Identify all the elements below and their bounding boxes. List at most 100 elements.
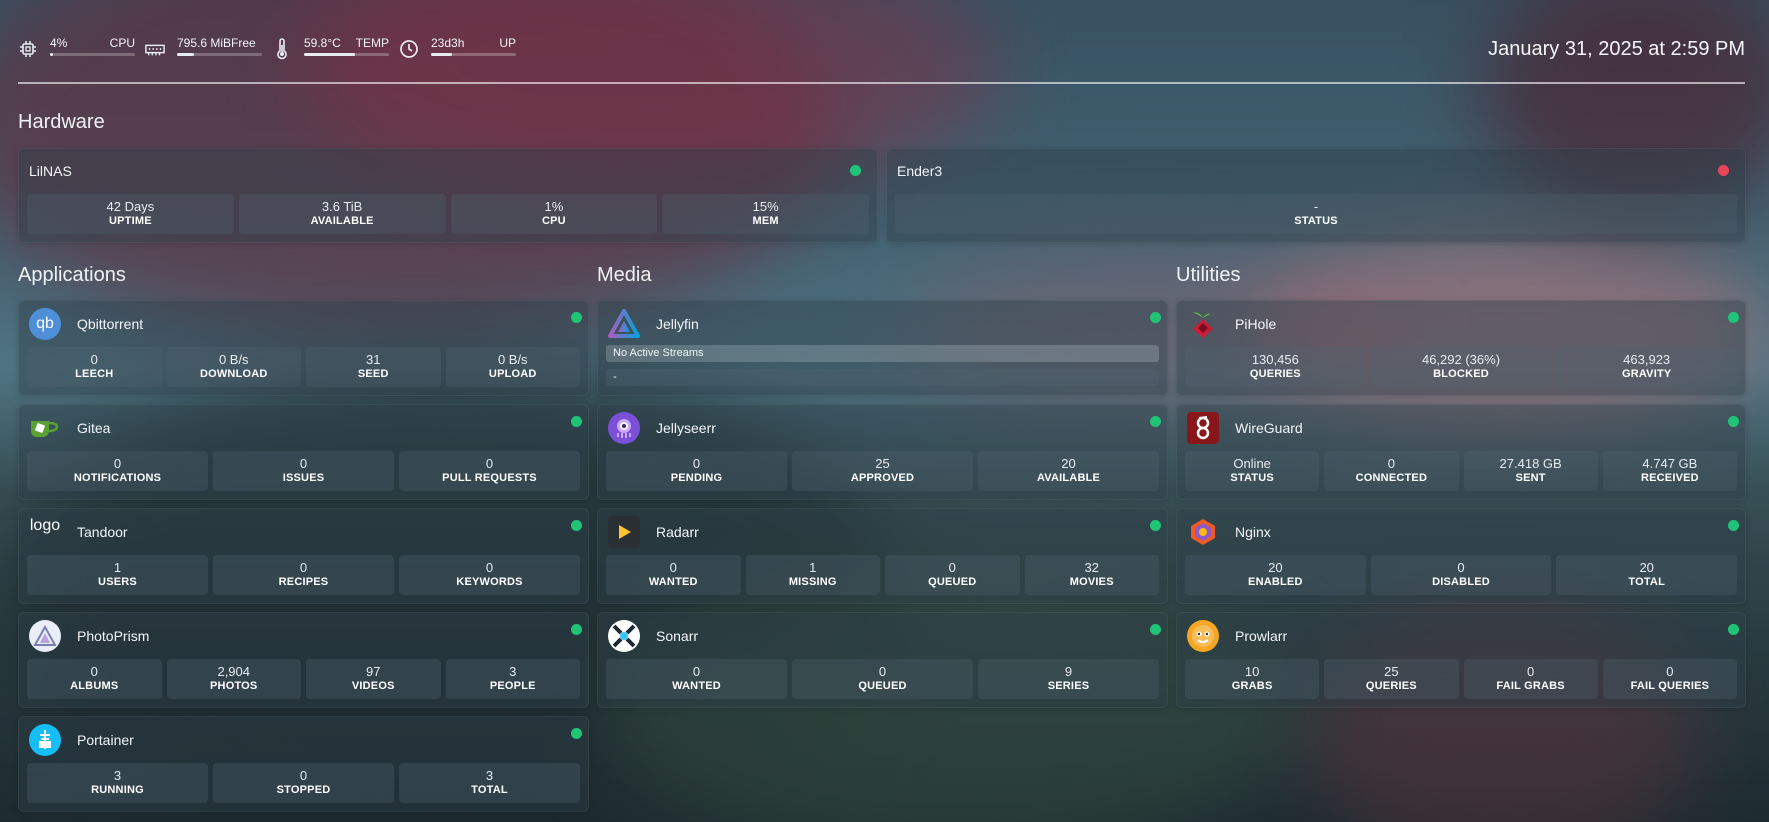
stat-users: 1 USERS [27,555,208,595]
service-name: Sonarr [656,628,699,644]
temperature-label: TEMP [355,36,389,50]
service-card-radarr[interactable]: Radarr 0 WANTED 1 MISSING 0 QUEUED 32 MOVIES [597,508,1168,604]
hardware-name: LilNAS [29,163,72,179]
stat-mem: 15% MEM [662,194,869,234]
stat-enabled: 20 ENABLED [1185,555,1366,595]
thermometer-icon [272,38,292,60]
section-title-media: Media [597,264,652,286]
stat-videos: 97 VIDEOS [306,659,441,699]
uptime-label: UP [499,36,516,50]
gitea-icon [29,412,61,444]
section-title-utilities: Utilities [1176,264,1241,286]
stat-notifications: 0 NOTIFICATIONS [27,451,208,491]
cpu-value: 4% [50,36,68,50]
stat-pending: 0 PENDING [606,451,787,491]
service-name: Radarr [656,524,699,540]
stat-upload: 0 B/s UPLOAD [445,347,580,387]
active-streams-value: - [606,369,1159,386]
service-name: PhotoPrism [77,628,150,644]
status-indicator [1150,520,1161,531]
service-name: WireGuard [1235,420,1303,436]
stat-movies: 32 MOVIES [1024,555,1159,595]
datetime-widget: January 31, 2025 at 2:59 PM [1488,38,1745,60]
service-name: Nginx [1235,524,1271,540]
stat-keywords: 0 KEYWORDS [399,555,580,595]
stat-download: 0 B/s DOWNLOAD [166,347,301,387]
status-indicator [1728,312,1739,323]
service-name: Tandoor [77,524,128,540]
service-card-nginx[interactable]: Nginx 20 ENABLED 0 DISABLED 20 TOTAL [1176,508,1746,604]
active-streams-label: No Active Streams [606,345,1159,362]
stat-fail-queries: 0 FAIL QUERIES [1602,659,1737,699]
section-title-applications: Applications [18,264,126,286]
status-indicator [1150,416,1161,427]
section-title-hardware: Hardware [18,111,105,133]
service-card-prowlarr[interactable]: Prowlarr 10 GRABS 25 QUERIES 0 FAIL GRABS 0… [1176,612,1746,708]
stat-queries: 25 QUERIES [1324,659,1459,699]
service-name: Jellyseerr [656,420,716,436]
stat-wanted: 0 WANTED [606,659,787,699]
stat-grabs: 10 GRABS [1185,659,1320,699]
sonarr-icon [608,620,640,652]
service-card-sonarr[interactable]: Sonarr 0 WANTED 0 QUEUED 9 SERIES [597,612,1168,708]
stat-recipes: 0 RECIPES [213,555,394,595]
status-indicator [1728,624,1739,635]
status-indicator [571,728,582,739]
stat-issues: 0 ISSUES [213,451,394,491]
hardware-card-lilnas[interactable]: LilNAS 42 Days UPTIME 3.6 TiB AVAILABLE 1%… [18,148,878,243]
stat-queued: 0 QUEUED [792,659,973,699]
stat-series: 9 SERIES [978,659,1159,699]
qbittorrent-icon: qb [29,308,61,340]
resource-widgets-bar: 4% CPU 795.6 MiBFree 59.8°C TEMP 23d3h U… [18,36,1745,62]
cpu-label: CPU [109,36,135,50]
service-card-wireguard[interactable]: WireGuard Online STATUS 0 CONNECTED 27.418… [1176,404,1746,500]
nginx-proxy-manager-icon [1187,516,1219,548]
stat-total: 3 TOTAL [399,763,580,803]
memory-widget: 795.6 MiBFree [145,36,262,59]
cpu-usage-bar [50,53,135,56]
stat-running: 3 RUNNING [27,763,208,803]
service-name: Qbittorrent [77,316,144,332]
stat-status: Online STATUS [1185,451,1320,491]
service-name: Portainer [77,732,134,748]
stat-leech: 0 LEECH [27,347,162,387]
hardware-card-ender3[interactable]: Ender3 - STATUS [886,148,1746,243]
temperature-bar [304,53,389,56]
service-card-pihole[interactable]: PiHole 130,456 QUERIES 46,292 (36%) BLOCKE… [1176,300,1746,396]
stat-received: 4.747 GB RECEIVED [1602,451,1737,491]
status-indicator [850,165,861,176]
service-card-qbittorrent[interactable]: qb Qbittorrent 0 LEECH 0 B/s DOWNLOAD 31 SE… [18,300,589,396]
portainer-icon [29,724,61,756]
status-indicator [1728,416,1739,427]
header-divider [18,82,1745,84]
stat-disabled: 0 DISABLED [1370,555,1552,595]
cpu-widget: 4% CPU [18,36,135,59]
stat-sent: 27.418 GB SENT [1463,451,1598,491]
memory-icon [145,39,165,59]
stat-seed: 31 SEED [306,347,441,387]
photoprism-icon [29,620,61,652]
tandoor-logo-icon: logo [29,517,61,534]
stat-total: 20 TOTAL [1556,555,1738,595]
service-card-jellyseerr[interactable]: Jellyseerr 0 PENDING 25 APPROVED 20 AVAILAB… [597,404,1168,500]
stat-albums: 0 ALBUMS [27,659,162,699]
stat-people: 3 PEOPLE [445,659,580,699]
stat-blocked: 46,292 (36%) BLOCKED [1370,347,1552,387]
stat-available: 3.6 TiB AVAILABLE [238,194,446,234]
status-indicator [1150,312,1161,323]
service-card-portainer[interactable]: Portainer 3 RUNNING 0 STOPPED 3 TOTAL [18,716,589,812]
service-card-jellyfin[interactable]: Jellyfin No Active Streams - [597,300,1168,396]
stat-stopped: 0 STOPPED [213,763,394,803]
stat-available: 20 AVAILABLE [978,451,1159,491]
hardware-name: Ender3 [897,163,943,179]
stat-approved: 25 APPROVED [792,451,973,491]
status-indicator [1718,165,1729,176]
service-card-photoprism[interactable]: PhotoPrism 0 ALBUMS 2,904 PHOTOS 97 VIDEOS … [18,612,589,708]
status-indicator [571,416,582,427]
stat-uptime: 42 Days UPTIME [27,194,234,234]
status-indicator [571,312,582,323]
service-card-gitea[interactable]: Gitea 0 NOTIFICATIONS 0 ISSUES 0 PULL REQUE… [18,404,589,500]
temperature-widget: 59.8°C TEMP [272,36,389,60]
stat-queued: 0 QUEUED [885,555,1020,595]
service-card-tandoor[interactable]: logo Tandoor 1 USERS 0 RECIPES 0 KEYWORDS [18,508,589,604]
